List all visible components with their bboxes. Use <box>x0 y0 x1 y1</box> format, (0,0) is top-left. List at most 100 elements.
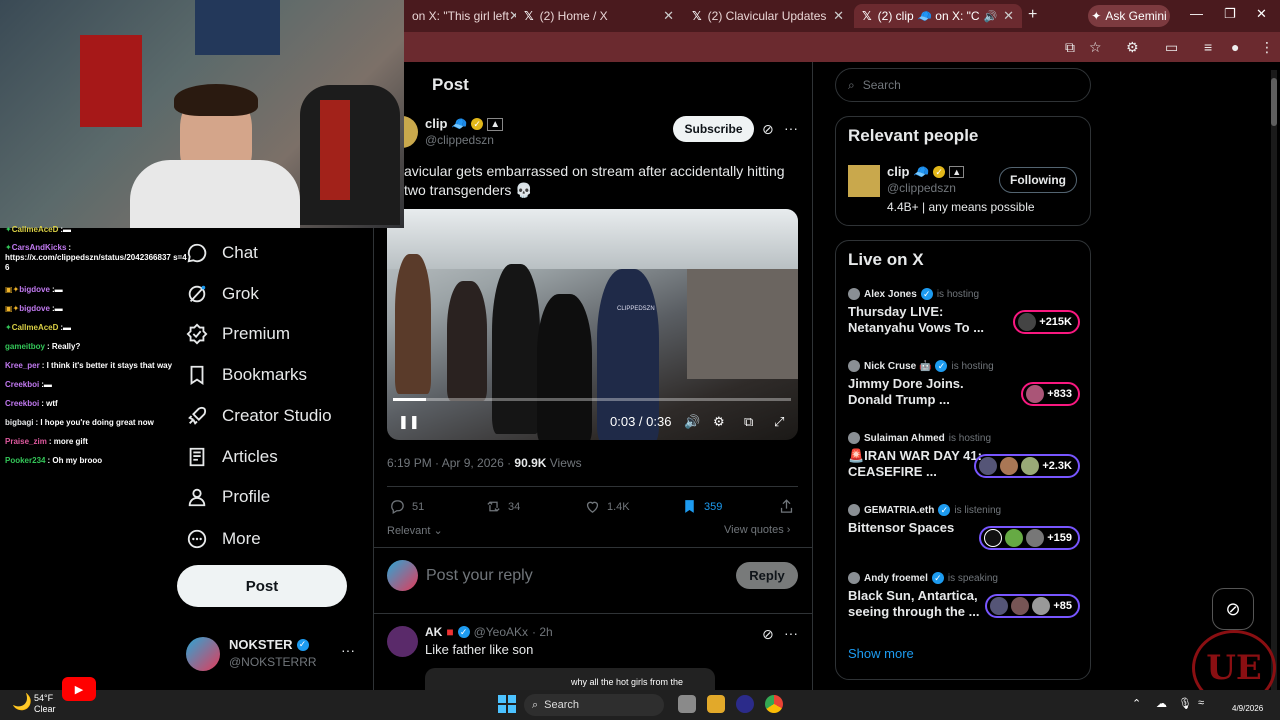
clock-date[interactable]: 4/9/2026 <box>1232 704 1263 713</box>
listener-avatar <box>1000 457 1019 475</box>
app-icon[interactable] <box>736 695 754 713</box>
nav-premium[interactable]: Premium <box>186 319 290 349</box>
live-row[interactable]: GEMATRIA.eth ✓ is listening Bittensor Spac… <box>848 504 1080 550</box>
media-icon[interactable]: ≡ <box>1204 39 1212 55</box>
view-quotes-label: View quotes <box>724 524 784 536</box>
weather-icon[interactable]: 🌙 <box>12 692 32 712</box>
author-handle[interactable]: @clippedszn <box>425 133 494 147</box>
live-listeners-pill[interactable]: +215K <box>1013 310 1080 334</box>
menu-kebab-icon[interactable]: ⋮ <box>1260 39 1274 56</box>
window-close-icon[interactable]: ✕ <box>1256 6 1267 22</box>
new-tab-icon[interactable]: + <box>1028 6 1037 24</box>
windows-start-icon[interactable] <box>498 695 516 713</box>
live-row[interactable]: Andy froemel ✓ is speaking Black Sun, Anta… <box>848 572 1080 620</box>
repost-action[interactable]: 34 <box>485 498 520 515</box>
tray-cloud-icon[interactable]: ☁ <box>1156 697 1167 710</box>
nav-grok[interactable]: Grok <box>186 279 259 309</box>
browser-tab-4-active[interactable]: 𝕏 (2) clip 🧢 on X: "Clavicula 🔊 ✕ <box>854 4 1022 28</box>
picture-in-picture-icon[interactable]: ⧉ <box>744 414 753 430</box>
person-name-row[interactable]: clip 🧢 ✓ ▲ <box>887 164 965 180</box>
live-row[interactable]: Nick Cruse 🤖 ✓ is hosting Jimmy Dore Joins… <box>848 360 1080 408</box>
grok-icon[interactable]: ⊘ <box>762 626 774 643</box>
reply-author-avatar[interactable] <box>387 626 418 657</box>
task-view-icon[interactable] <box>678 695 696 713</box>
account-switcher[interactable]: NOKSTER ✓ @NOKSTERRR ··· <box>186 634 366 674</box>
nav-bookmarks[interactable]: Bookmarks <box>186 360 307 390</box>
weather-widget[interactable]: 54°F Clear <box>34 693 56 715</box>
video-player[interactable]: CLIPPEDSZN <box>387 209 798 440</box>
close-icon[interactable]: ✕ <box>1003 8 1014 24</box>
nav-chat[interactable]: Chat <box>186 238 258 268</box>
nav-articles[interactable]: Articles <box>186 442 278 472</box>
scrollbar-thumb[interactable] <box>1271 78 1277 126</box>
file-explorer-icon[interactable] <box>707 695 725 713</box>
reply-media[interactable]: why all the hot girls from the <box>425 668 715 690</box>
chrome-icon[interactable] <box>765 695 783 713</box>
scrollbar[interactable] <box>1271 70 1277 690</box>
nav-profile[interactable]: Profile <box>186 482 270 512</box>
taskbar-search[interactable]: ⌕ Search <box>524 694 664 716</box>
volume-icon[interactable]: 🔊 <box>684 414 700 430</box>
settings-gear-icon[interactable]: ⚙ <box>713 414 725 430</box>
nav-more[interactable]: More <box>186 524 261 554</box>
subscribe-button[interactable]: Subscribe <box>673 116 754 142</box>
ask-gemini-label: Ask Gemini <box>1105 9 1167 23</box>
maximize-icon[interactable]: ❐ <box>1224 6 1236 22</box>
grok-float-button[interactable]: ⊘ <box>1212 588 1254 630</box>
bookmark-count: 359 <box>704 500 723 513</box>
nav-creator-studio[interactable]: Creator Studio <box>186 401 332 431</box>
author-name-row[interactable]: clip 🧢 ✓ ▲ <box>425 116 504 132</box>
search-placeholder: Search <box>862 78 901 92</box>
close-icon[interactable]: ✕ <box>833 8 844 24</box>
sidebar-icon[interactable]: ▭ <box>1165 39 1178 56</box>
share-action[interactable] <box>778 498 795 515</box>
video-time: 0:03 / 0:36 <box>610 414 672 429</box>
grok-icon[interactable]: ⊘ <box>762 121 774 138</box>
listener-avatar <box>1032 597 1051 615</box>
cast-icon[interactable]: ⧉ <box>1065 39 1075 56</box>
pause-icon[interactable]: ❚❚ <box>398 414 420 430</box>
reply-button[interactable]: Reply <box>736 562 798 589</box>
video-progress-track[interactable] <box>393 398 791 401</box>
extensions-icon[interactable]: ⚙ <box>1126 39 1139 56</box>
browser-tab-2[interactable]: 𝕏 (2) Home / X ✕ <box>516 4 682 28</box>
bookmark-star-icon[interactable]: ☆ <box>1089 39 1102 56</box>
view-quotes-link[interactable]: View quotes › <box>724 524 790 536</box>
heart-icon <box>586 501 599 513</box>
browser-tab-1[interactable]: on X: "This girl left ✕ <box>404 4 516 28</box>
browser-tab-3[interactable]: 𝕏 (2) Clavicular Updates on X: "C ✕ <box>684 4 852 28</box>
live-listeners-pill[interactable]: +833 <box>1021 382 1080 406</box>
more-options-icon[interactable]: ··· <box>784 625 798 641</box>
reply-author-row[interactable]: AK ■ ✓ @YeoAKx · 2h <box>425 625 553 639</box>
live-listeners-pill[interactable]: +159 <box>979 526 1080 550</box>
ask-gemini-button[interactable]: ✦ Ask Gemini <box>1088 5 1170 27</box>
speaker-icon[interactable]: 🔊 <box>984 10 998 23</box>
fullscreen-icon[interactable]: ⤢ <box>774 414 784 430</box>
live-listeners-pill[interactable]: +2.3K <box>974 454 1080 478</box>
close-icon[interactable]: ✕ <box>509 8 516 24</box>
tray-wifi-icon[interactable]: ≈ <box>1198 697 1204 709</box>
tray-chevron-icon[interactable]: ⌃ <box>1132 697 1141 710</box>
bookmark-action[interactable]: 359 <box>681 498 722 515</box>
tray-mic-icon[interactable]: 🎙 <box>1178 697 1192 710</box>
person-avatar[interactable] <box>848 165 880 197</box>
live-row[interactable]: Alex Jones ✓ is hosting Thursday LIVE: Net… <box>848 288 1080 336</box>
post-button[interactable]: Post <box>177 565 347 607</box>
show-more-link[interactable]: Show more <box>848 646 914 661</box>
divider <box>387 486 798 487</box>
more-options-icon[interactable]: ··· <box>784 120 798 136</box>
live-row[interactable]: Sulaiman Ahmed is hosting 🚨IRAN WAR DAY 4… <box>848 432 1080 480</box>
minimize-icon[interactable]: — <box>1190 6 1203 21</box>
verified-icon: ✓ <box>938 504 951 516</box>
profile-avatar-icon[interactable]: ● <box>1231 39 1239 55</box>
reply-input[interactable]: Post your reply <box>426 567 533 585</box>
close-icon[interactable]: ✕ <box>663 8 674 24</box>
following-button[interactable]: Following <box>999 167 1077 193</box>
sort-dropdown[interactable]: Relevant ⌄ <box>387 524 443 537</box>
search-input[interactable]: ⌕ Search <box>835 68 1091 102</box>
like-action[interactable]: 1.4K <box>584 498 630 515</box>
verified-icon: ✓ <box>920 288 933 300</box>
post-timestamp[interactable]: 6:19 PM · Apr 9, 2026 · <box>387 456 514 470</box>
reply-action[interactable]: 51 <box>389 498 424 515</box>
live-listeners-pill[interactable]: +85 <box>985 594 1080 618</box>
